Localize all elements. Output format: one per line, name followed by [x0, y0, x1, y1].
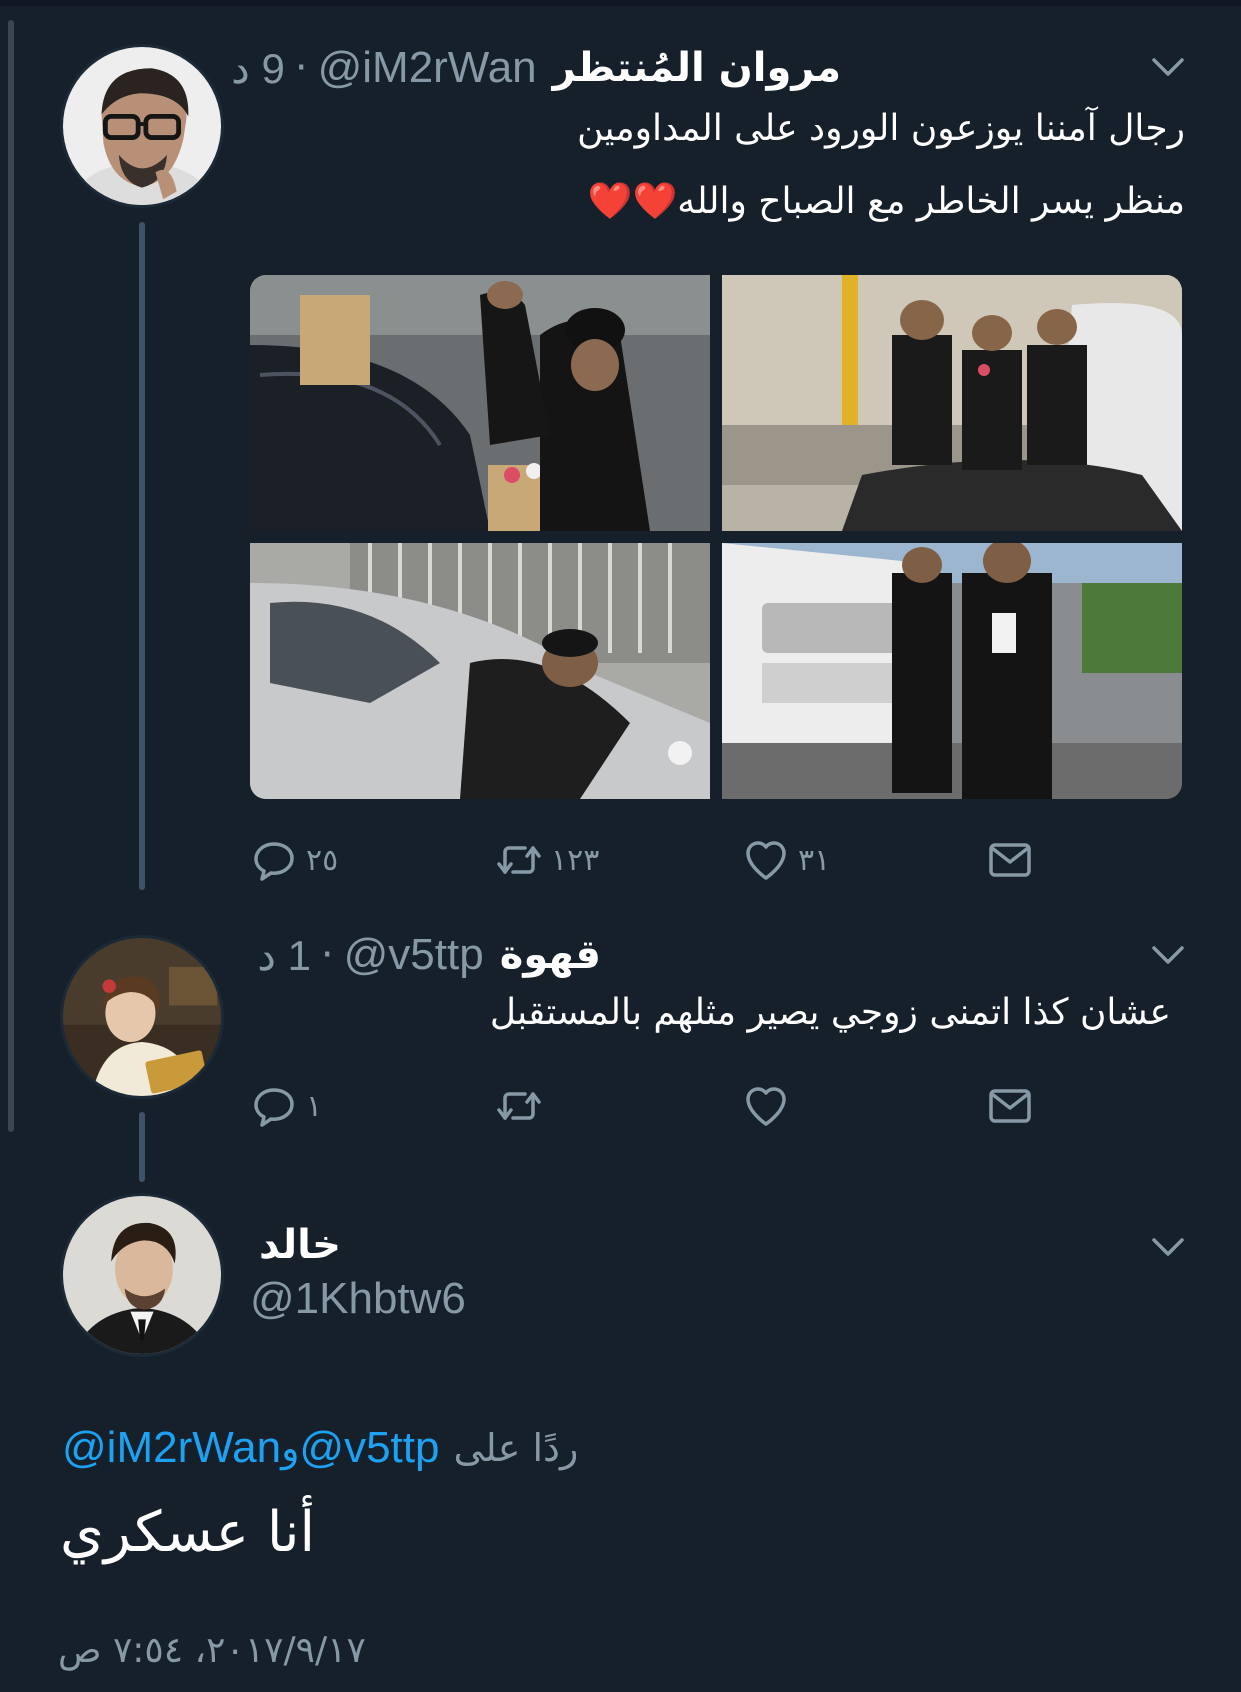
tweet-text: أنا عسكري — [60, 1500, 316, 1565]
username[interactable]: @1Khbtw6 — [250, 1274, 466, 1324]
chevron-down-icon[interactable] — [1148, 52, 1188, 82]
retweet-icon — [497, 846, 541, 874]
tweet-actions: ٢٥ ١٢٣ ٣١ — [250, 832, 1050, 888]
media-photo[interactable] — [250, 543, 710, 799]
media-photo[interactable] — [250, 275, 710, 531]
media-photo[interactable] — [722, 543, 1182, 799]
timestamp[interactable]: 9 د — [231, 44, 285, 93]
like-button[interactable] — [742, 1078, 790, 1134]
reply-count: ١ — [306, 1088, 323, 1124]
reply-icon — [254, 842, 294, 881]
top-divider — [0, 0, 1241, 6]
display-name[interactable]: قهوة — [500, 932, 601, 978]
avatar[interactable] — [60, 935, 224, 1099]
tweet-timestamp[interactable]: ٢٠١٧/٩/١٧، ٧:٥٤ ص — [58, 1630, 366, 1671]
username[interactable]: @iM2rWan — [318, 43, 537, 93]
replying-to: ردًا على @v5ttp و @iM2rWan — [62, 1420, 578, 1476]
media-photo[interactable] — [722, 275, 1182, 531]
separator-dot: · — [320, 932, 334, 978]
reply-button[interactable]: ٢٥ — [250, 832, 338, 888]
reply-button[interactable]: ١ — [250, 1078, 322, 1134]
scroll-indicator[interactable] — [8, 20, 14, 1132]
heart-icon — [746, 841, 786, 880]
replying-to-label: ردًا على — [453, 1426, 579, 1470]
chevron-down-icon[interactable] — [1148, 1232, 1188, 1262]
tweet-text-line: رجال آمننا يوزعون الورود على المداومين — [577, 108, 1185, 149]
username[interactable]: @v5ttp — [344, 930, 484, 980]
like-count: ٣١ — [798, 842, 831, 878]
dm-button[interactable] — [986, 832, 1034, 888]
thread-connector — [139, 1112, 145, 1182]
reply-count: ٢٥ — [306, 842, 339, 878]
avatar[interactable] — [60, 44, 224, 208]
mention-link[interactable]: @iM2rWan — [62, 1423, 281, 1473]
reply-icon — [254, 1088, 294, 1127]
envelope-icon — [989, 1089, 1031, 1123]
tweet-actions: ١ — [250, 1078, 1050, 1134]
timestamp[interactable]: 1 د — [257, 931, 311, 980]
tweet-text-line: منظر يسر الخاطر مع الصباح والله❤️❤️ — [587, 181, 1185, 222]
display-name[interactable]: خالد — [259, 1222, 341, 1268]
chevron-down-icon[interactable] — [1148, 940, 1188, 970]
retweet-button[interactable] — [495, 1078, 543, 1134]
like-button[interactable]: ٣١ — [742, 832, 830, 888]
tweet-header: مروان المُنتظر @iM2rWan · 9 د — [231, 38, 841, 98]
tweet-header: قهوة @v5ttp · 1 د — [257, 925, 601, 985]
retweet-count: ١٢٣ — [551, 842, 600, 878]
thread-connector — [139, 222, 145, 890]
retweet-button[interactable]: ١٢٣ — [495, 832, 599, 888]
mention-conjunction: و — [281, 1426, 300, 1470]
mention-link[interactable]: @v5ttp — [299, 1423, 439, 1473]
media-grid[interactable] — [250, 275, 1182, 799]
retweet-icon — [497, 1092, 541, 1120]
display-name[interactable]: مروان المُنتظر — [553, 45, 841, 91]
tweet-text-line: عشان كذا اتمنى زوجي يصير مثلهم بالمستقبل — [489, 992, 1171, 1033]
separator-dot: · — [294, 45, 308, 91]
avatar[interactable] — [60, 1193, 224, 1357]
envelope-icon — [989, 843, 1031, 877]
heart-icon — [746, 1087, 786, 1126]
dm-button[interactable] — [986, 1078, 1034, 1134]
